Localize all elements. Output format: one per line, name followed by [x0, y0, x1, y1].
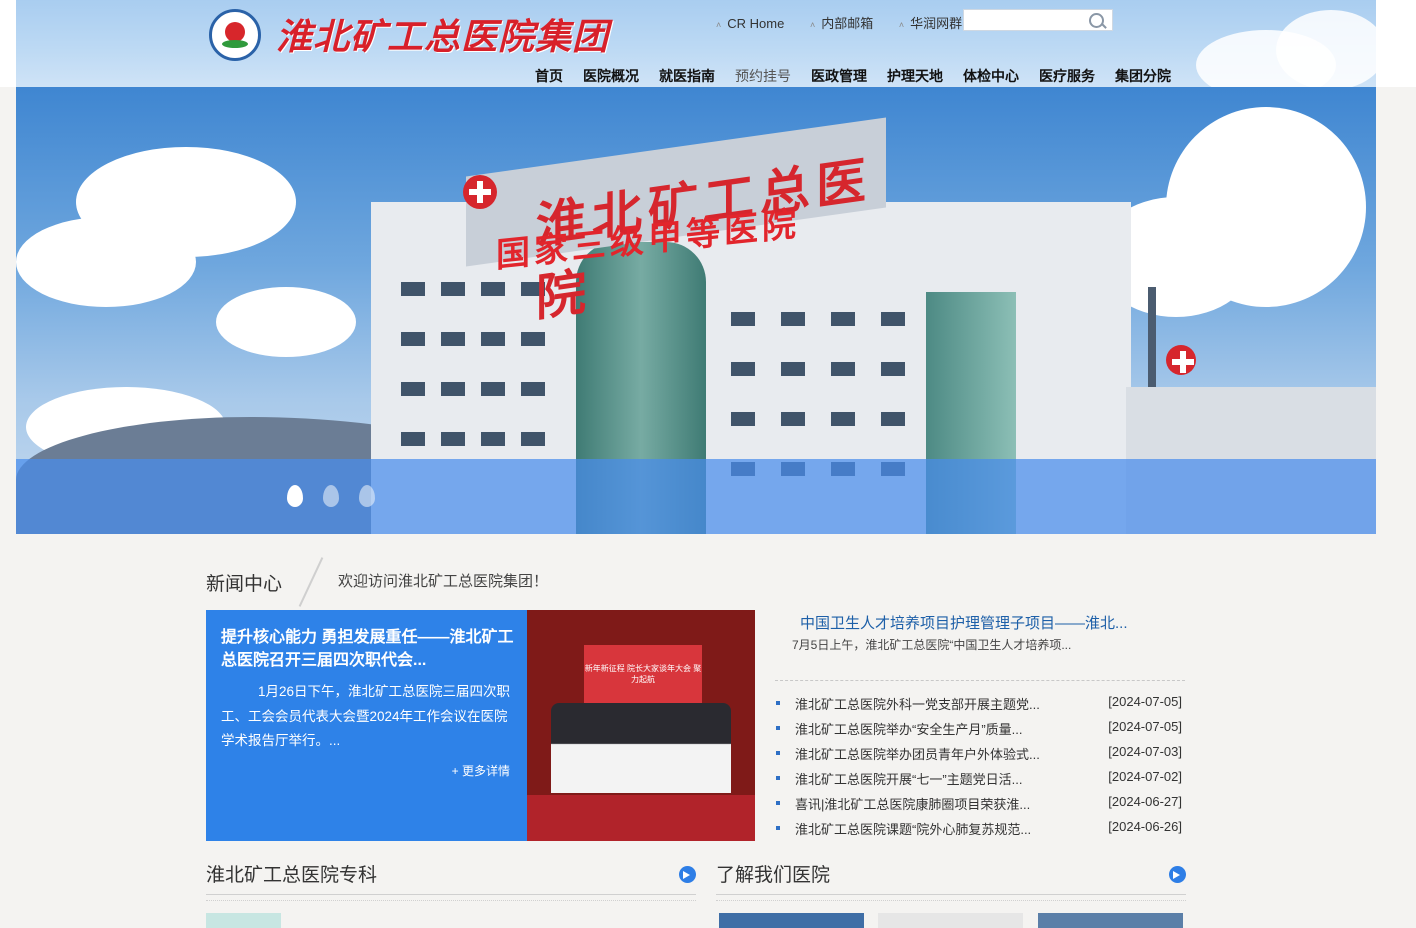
feature-news-card[interactable]: 提升核心能力 勇担发展重任——淮北矿工总医院召开三届四次职代会... 1月26日…	[206, 610, 527, 841]
news-header: 新闻中心 欢迎访问淮北矿工总医院集团！	[206, 557, 1186, 607]
nav-home[interactable]: 首页	[535, 66, 563, 86]
news-item-date: [2024-06-26]	[1108, 819, 1182, 834]
nav-nursing[interactable]: 护理天地	[887, 66, 943, 86]
divider	[298, 557, 324, 607]
cloud-decoration	[216, 287, 356, 357]
bullet-icon: ˄	[898, 19, 905, 30]
banner-slider[interactable]: 淮北矿工总医院 国家三级甲等医院	[16, 87, 1376, 534]
photo-screen-text: 新年新征程 院长大家谈年大会 聚力起航	[584, 664, 702, 684]
news-list: 淮北矿工总医院外科一党支部开展主题党... [2024-07-05] 淮北矿工总医…	[776, 693, 1186, 843]
list-item[interactable]: 淮北矿工总医院举办团员青年户外体验式... [2024-07-03]	[776, 743, 1186, 768]
divider	[206, 894, 696, 901]
list-item[interactable]: 淮北矿工总医院举办“安全生产月”质量... [2024-07-05]	[776, 718, 1186, 743]
divider	[775, 680, 1185, 681]
stage-screen: 新年新征程 院长大家谈年大会 聚力起航	[584, 645, 702, 710]
red-cross-icon	[1166, 345, 1196, 375]
about-thumbnail[interactable]	[719, 913, 864, 928]
news-item-date: [2024-06-27]	[1108, 794, 1182, 809]
news-item-date: [2024-07-05]	[1108, 719, 1182, 734]
main-nav: 首页 医院概况 就医指南 预约挂号 医政管理 护理天地 体检中心 医疗服务 集团…	[535, 66, 1191, 86]
cloud-decoration	[16, 217, 196, 307]
arrow-right-icon[interactable]	[679, 866, 696, 883]
list-item[interactable]: 淮北矿工总医院课题“院外心肺复苏规范... [2024-06-26]	[776, 818, 1186, 843]
news-item-date: [2024-07-02]	[1108, 769, 1182, 784]
cloud-decoration	[1276, 10, 1376, 87]
slide-dot-1-icon[interactable]	[287, 485, 303, 507]
about-section-title[interactable]: 了解我们医院	[716, 860, 1186, 887]
more-details-link[interactable]: + 更多详情	[452, 762, 510, 779]
feature-news-summary: 1月26日下午，淮北矿工总医院三届四次职工、工会会员代表大会暨2024年工作会议…	[221, 684, 511, 748]
list-item[interactable]: 喜讯|淮北矿工总医院康肺圈项目荣获淮... [2024-06-27]	[776, 793, 1186, 818]
news-item-title[interactable]: 淮北矿工总医院外科一党支部开展主题党...	[795, 694, 1040, 713]
about-thumbnail[interactable]	[1038, 913, 1183, 928]
search-box	[963, 9, 1113, 31]
list-item[interactable]: 淮北矿工总医院外科一党支部开展主题党... [2024-07-05]	[776, 693, 1186, 718]
nav-branches[interactable]: 集团分院	[1115, 66, 1171, 86]
internal-mail-link[interactable]: 内部邮箱	[821, 16, 873, 31]
cr-home-link[interactable]: CR Home	[727, 16, 784, 31]
nav-overview[interactable]: 医院概况	[583, 66, 639, 86]
about-section: 了解我们医院	[716, 860, 1186, 901]
news-section-title[interactable]: 新闻中心	[206, 569, 282, 596]
welcome-text: 欢迎访问淮北矿工总医院集团！	[338, 573, 549, 590]
headline-news-title[interactable]: 中国卫生人才培养项目护理管理子项目——淮北...	[800, 612, 1128, 633]
search-input[interactable]	[968, 11, 1090, 31]
slider-dots	[287, 485, 395, 507]
slider-bar	[16, 459, 1376, 534]
specialty-thumbnail[interactable]	[206, 913, 281, 928]
hospital-logo-icon[interactable]	[209, 9, 261, 61]
slide-dot-3-icon[interactable]	[359, 485, 375, 507]
divider	[716, 894, 1186, 901]
news-item-title[interactable]: 淮北矿工总医院举办团员青年户外体验式...	[795, 744, 1040, 763]
feature-news-title[interactable]: 提升核心能力 勇担发展重任——淮北矿工总医院召开三届四次职代会...	[221, 626, 516, 672]
feature-news-photo[interactable]: 新年新征程 院长大家谈年大会 聚力起航	[527, 610, 755, 841]
huarun-network-link[interactable]: 华润网群	[910, 16, 962, 31]
logo-text[interactable]: 淮北矿工总医院集团	[276, 8, 609, 60]
nav-medical-service[interactable]: 医疗服务	[1039, 66, 1095, 86]
news-item-title[interactable]: 淮北矿工总医院开展“七一”主题党日活...	[795, 769, 1023, 788]
top-links: ˄ CR Home ˄ 内部邮箱 ˄ 华润网群	[716, 13, 984, 32]
search-icon[interactable]	[1089, 13, 1104, 28]
nav-guide[interactable]: 就医指南	[659, 66, 715, 86]
headline-news-desc: 7月5日上午，淮北矿工总医院“中国卫生人才培养项...	[792, 638, 1072, 652]
specialty-section-title[interactable]: 淮北矿工总医院专科	[206, 860, 696, 887]
specialty-section: 淮北矿工总医院专科	[206, 860, 696, 901]
news-item-date: [2024-07-03]	[1108, 744, 1182, 759]
news-item-date: [2024-07-05]	[1108, 694, 1182, 709]
nav-appointment[interactable]: 预约挂号	[735, 66, 791, 86]
nav-administration[interactable]: 医政管理	[811, 66, 867, 86]
list-item[interactable]: 淮北矿工总医院开展“七一”主题党日活... [2024-07-02]	[776, 768, 1186, 793]
stage-floor	[527, 795, 755, 841]
news-item-title[interactable]: 喜讯|淮北矿工总医院康肺圈项目荣获淮...	[795, 794, 1030, 813]
slide-dot-2-icon[interactable]	[323, 485, 339, 507]
arrow-right-icon[interactable]	[1169, 866, 1186, 883]
bullet-icon: ˄	[716, 19, 722, 30]
news-item-title[interactable]: 淮北矿工总医院举办“安全生产月”质量...	[795, 719, 1023, 738]
red-cross-icon	[463, 175, 497, 209]
group-photo	[551, 703, 731, 793]
news-item-title[interactable]: 淮北矿工总医院课题“院外心肺复苏规范...	[795, 819, 1031, 838]
bullet-icon: ˄	[809, 19, 816, 30]
nav-checkup[interactable]: 体检中心	[963, 66, 1019, 86]
about-thumbnail[interactable]	[878, 913, 1023, 928]
